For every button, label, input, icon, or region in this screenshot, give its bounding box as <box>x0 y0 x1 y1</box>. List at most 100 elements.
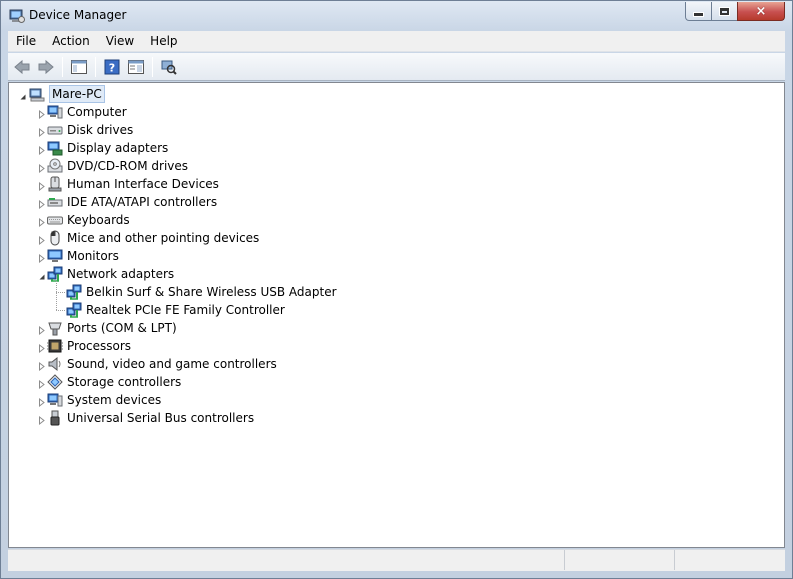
help-button[interactable]: ? <box>100 56 123 78</box>
expander-ports-com-lpt[interactable] <box>37 324 46 336</box>
network-adapter-icon <box>66 284 82 300</box>
expander-mice-and-other-pointing-devices[interactable] <box>37 234 46 246</box>
category-label: Storage controllers <box>67 375 182 389</box>
properties-button[interactable] <box>124 56 147 78</box>
category-label: Display adapters <box>67 141 169 155</box>
tree-category-keyboards[interactable]: Keyboards <box>47 211 130 229</box>
expander-network-adapters[interactable] <box>37 270 46 280</box>
properties-icon <box>127 59 144 74</box>
device-label: Belkin Surf & Share Wireless USB Adapter <box>86 285 337 299</box>
expander-universal-serial-bus-controllers[interactable] <box>37 414 46 426</box>
tree-category-sound-video-and-game-controllers[interactable]: Sound, video and game controllers <box>47 355 277 373</box>
expander-disk-drives[interactable] <box>37 126 46 138</box>
computer-icon <box>47 105 63 119</box>
tree-category-universal-serial-bus-controllers[interactable]: Universal Serial Bus controllers <box>47 409 254 427</box>
expander-ide-ata-atapi-controllers[interactable] <box>37 198 46 210</box>
category-label: Human Interface Devices <box>67 177 219 191</box>
tree-category-dvd-cd-rom-drives[interactable]: DVD/CD-ROM drives <box>47 157 188 175</box>
menu-help[interactable]: Help <box>142 32 185 51</box>
category-label: Monitors <box>67 249 119 263</box>
tree-category-processors[interactable]: Processors <box>47 337 131 355</box>
tree-device-realtek-pcie-fe-family-controller[interactable]: Realtek PCIe FE Family Controller <box>66 301 285 319</box>
tree-category-computer[interactable]: Computer <box>47 103 127 121</box>
expander-sound-video-and-game-controllers[interactable] <box>37 360 46 372</box>
back-arrow-icon <box>13 59 29 74</box>
usb-icon <box>50 410 60 426</box>
display-adapter-icon <box>47 141 63 156</box>
speaker-icon <box>48 356 61 372</box>
tree-device-belkin-surf-share-wireless-usb-adapter[interactable]: Belkin Surf & Share Wireless USB Adapter <box>66 283 337 301</box>
help-icon: ? <box>104 59 119 74</box>
expander-human-interface-devices[interactable] <box>37 180 46 192</box>
back-button[interactable] <box>10 56 33 78</box>
tree-category-human-interface-devices[interactable]: Human Interface Devices <box>47 175 219 193</box>
ide-controller-icon <box>47 198 63 207</box>
port-icon <box>48 322 62 336</box>
show-hide-console-tree-button[interactable] <box>67 56 90 78</box>
category-label: Sound, video and game controllers <box>67 357 277 371</box>
window-title: Device Manager <box>29 8 127 22</box>
tree-guide-line <box>56 310 65 311</box>
toolbar-separator <box>62 56 63 77</box>
maximize-icon <box>719 6 730 16</box>
category-label: Universal Serial Bus controllers <box>67 411 255 425</box>
category-label: Mice and other pointing devices <box>67 231 260 245</box>
tree-root-mare-pc[interactable]: Mare-PC <box>29 85 105 103</box>
status-pane-tertiary <box>675 550 783 570</box>
category-label: Processors <box>67 339 132 353</box>
toolbar-separator <box>152 56 153 77</box>
show-hide-console-tree-icon <box>70 59 87 74</box>
minimize-icon <box>693 11 704 17</box>
menu-file[interactable]: File <box>8 32 44 51</box>
toolbar-separator <box>95 56 96 77</box>
expander-monitors[interactable] <box>37 252 46 264</box>
keyboard-icon <box>47 216 63 225</box>
tree-category-ide-ata-atapi-controllers[interactable]: IDE ATA/ATAPI controllers <box>47 193 217 211</box>
close-button[interactable]: × <box>737 2 785 21</box>
tree-category-monitors[interactable]: Monitors <box>47 247 119 265</box>
disk-drive-icon <box>47 126 63 135</box>
minimize-button[interactable] <box>685 2 712 21</box>
tree-category-system-devices[interactable]: System devices <box>47 391 161 409</box>
tree-category-storage-controllers[interactable]: Storage controllers <box>47 373 181 391</box>
expander-system-devices[interactable] <box>37 396 46 408</box>
device-tree[interactable]: Mare-PC Computer Disk drives Display adapte… <box>8 82 785 548</box>
hid-icon <box>48 176 62 192</box>
category-label: Computer <box>67 105 127 119</box>
network-adapter-icon <box>66 302 82 318</box>
expander-keyboards[interactable] <box>37 216 46 228</box>
title-bar[interactable]: Device Manager × <box>1 1 792 31</box>
device-label: Realtek PCIe FE Family Controller <box>86 303 285 317</box>
maximize-button[interactable] <box>711 2 738 21</box>
expander-processors[interactable] <box>37 342 46 354</box>
dvd-drive-icon <box>47 158 63 173</box>
menu-view[interactable]: View <box>98 32 142 51</box>
scan-hardware-button[interactable] <box>157 56 180 78</box>
expander-storage-controllers[interactable] <box>37 378 46 390</box>
status-pane-main <box>8 550 565 570</box>
storage-controller-icon <box>47 374 63 390</box>
tree-category-ports-com-lpt[interactable]: Ports (COM & LPT) <box>47 319 177 337</box>
tree-category-display-adapters[interactable]: Display adapters <box>47 139 168 157</box>
tree-guide-line <box>56 292 65 293</box>
expander-computer[interactable] <box>37 108 46 120</box>
root-expander[interactable] <box>18 90 27 100</box>
tree-category-disk-drives[interactable]: Disk drives <box>47 121 133 139</box>
forward-button[interactable] <box>34 56 57 78</box>
monitor-icon <box>47 249 63 262</box>
expander-dvd-cd-rom-drives[interactable] <box>37 162 46 174</box>
menu-action[interactable]: Action <box>44 32 98 51</box>
menu-bar: File Action View Help <box>8 31 785 52</box>
network-adapter-icon <box>47 266 63 282</box>
category-label: IDE ATA/ATAPI controllers <box>67 195 218 209</box>
status-bar <box>8 549 785 571</box>
tree-category-mice-and-other-pointing-devices[interactable]: Mice and other pointing devices <box>47 229 259 247</box>
forward-arrow-icon <box>38 59 54 74</box>
scan-hardware-icon <box>161 60 177 75</box>
processor-icon <box>47 339 63 353</box>
tree-category-network-adapters[interactable]: Network adapters <box>47 265 174 283</box>
expander-display-adapters[interactable] <box>37 144 46 156</box>
device-manager-icon <box>9 9 25 23</box>
category-label: System devices <box>67 393 162 407</box>
category-label: Disk drives <box>67 123 134 137</box>
